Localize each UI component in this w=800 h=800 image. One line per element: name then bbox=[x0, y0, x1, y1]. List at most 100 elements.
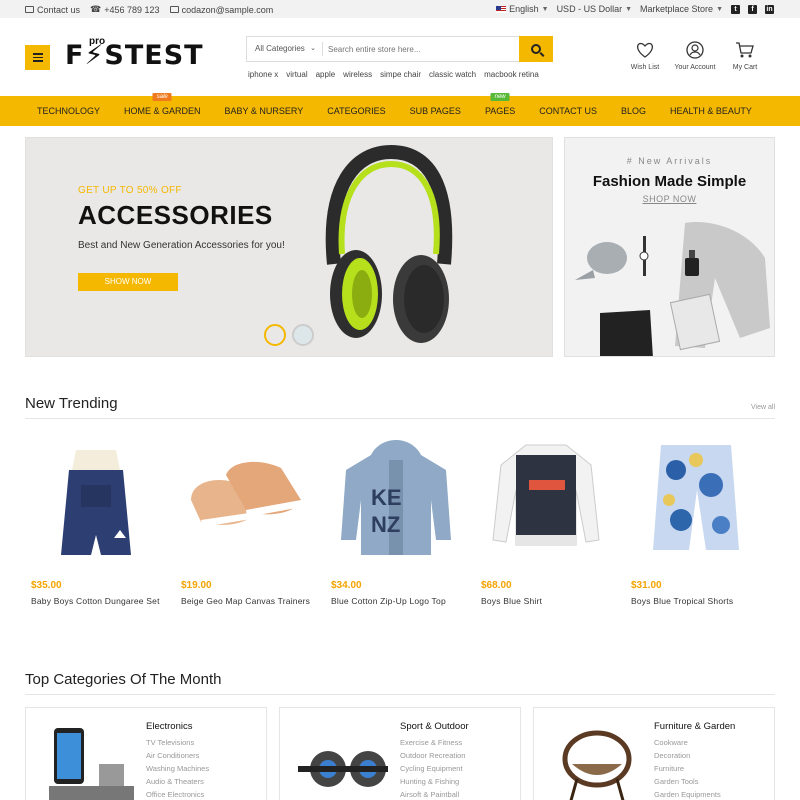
nav-item-home-garden[interactable]: HOME & GARDEN sale bbox=[112, 93, 213, 116]
wish-list-button[interactable]: Wish List bbox=[620, 40, 670, 71]
product-card[interactable]: $31.00 Boys Blue Tropical Shorts bbox=[625, 430, 775, 620]
hero-subtitle: GET UP TO 50% OFF bbox=[78, 185, 182, 196]
nav-item-categories[interactable]: CATEGORIES bbox=[315, 106, 397, 116]
subcategory-list: TV Televisions Air Conditioners Washing Ma… bbox=[146, 736, 209, 800]
nav-item-sub-pages[interactable]: SUB PAGES bbox=[398, 106, 473, 116]
promo-shop-now-link[interactable]: SHOP NOW bbox=[565, 194, 774, 204]
product-image[interactable] bbox=[481, 430, 611, 562]
subcategory-link[interactable]: Garden Equipments bbox=[654, 788, 721, 800]
popular-tag[interactable]: iphone x bbox=[248, 70, 278, 79]
category-image[interactable] bbox=[298, 724, 388, 800]
currency-label[interactable]: USD - US Dollar bbox=[557, 4, 623, 14]
product-image[interactable] bbox=[631, 430, 761, 562]
search-input[interactable] bbox=[323, 44, 552, 54]
product-image[interactable] bbox=[181, 430, 311, 562]
promo-kicker: # New Arrivals bbox=[626, 156, 713, 166]
store-switcher[interactable]: Marketplace Store ▼ bbox=[640, 4, 723, 14]
currency-switcher[interactable]: USD - US Dollar ▼ bbox=[557, 4, 632, 14]
popular-tags: iphone x virtual apple wireless simpe chair c… bbox=[248, 70, 539, 79]
product-card[interactable]: KE NZ $34.00 Blue Cotton Zip-Up Logo Top bbox=[325, 430, 475, 620]
category-card-furniture-garden: Furniture & Garden Cookware Decoration Furn… bbox=[533, 707, 775, 800]
hero-title: ACCESSORIES bbox=[78, 200, 273, 230]
view-all-link[interactable]: View all bbox=[751, 404, 775, 411]
subcategory-link[interactable]: TV Televisions bbox=[146, 736, 209, 749]
subcategory-link[interactable]: Washing Machines bbox=[146, 762, 209, 775]
popular-tag[interactable]: simpe chair bbox=[380, 70, 421, 79]
nav-item-technology[interactable]: TECHNOLOGY bbox=[25, 106, 112, 116]
subcategory-link[interactable]: Office Electronics bbox=[146, 788, 209, 800]
popular-tag[interactable]: virtual bbox=[286, 70, 307, 79]
search-bar: All Categories ⌄ bbox=[246, 36, 553, 62]
promo-banner[interactable]: # New Arrivals Fashion Made Simple SHOP … bbox=[564, 137, 775, 357]
product-name[interactable]: Boys Blue Shirt bbox=[481, 596, 611, 606]
email-link[interactable]: codazon@sample.com bbox=[169, 5, 274, 15]
your-account-button[interactable]: Your Account bbox=[670, 40, 720, 71]
my-cart-button[interactable]: My Cart bbox=[720, 40, 770, 71]
product-card[interactable]: $35.00 Baby Boys Cotton Dungaree Set bbox=[25, 430, 175, 620]
product-name[interactable]: Beige Geo Map Canvas Trainers bbox=[181, 596, 311, 606]
header-action-label: My Cart bbox=[732, 64, 758, 71]
subcategory-link[interactable]: Garden Tools bbox=[654, 775, 721, 788]
search-category-label: All Categories bbox=[255, 44, 305, 53]
us-flag-icon bbox=[496, 5, 507, 13]
slider-dot-1[interactable] bbox=[264, 324, 286, 346]
nav-item-label: SUB PAGES bbox=[409, 106, 461, 116]
headphones-image bbox=[325, 144, 453, 343]
category-title[interactable]: Electronics bbox=[146, 721, 192, 732]
subcategory-link[interactable]: Air Conditioners bbox=[146, 749, 209, 762]
product-card[interactable]: $19.00 Beige Geo Map Canvas Trainers bbox=[175, 430, 325, 620]
subcategory-link[interactable]: Hunting & Fishing bbox=[400, 775, 465, 788]
facebook-icon[interactable]: f bbox=[748, 4, 757, 14]
popular-tag[interactable]: apple bbox=[316, 70, 336, 79]
product-name[interactable]: Blue Cotton Zip-Up Logo Top bbox=[331, 596, 461, 606]
subcategory-link[interactable]: Exercise & Fitness bbox=[400, 736, 465, 749]
popular-tag[interactable]: wireless bbox=[343, 70, 372, 79]
category-image[interactable] bbox=[552, 724, 642, 800]
subcategory-link[interactable]: Decoration bbox=[654, 749, 721, 762]
hero-banner[interactable]: GET UP TO 50% OFF ACCESSORIES Best and N… bbox=[25, 137, 553, 357]
language-label[interactable]: English bbox=[509, 4, 539, 14]
subcategory-link[interactable]: Audio & Theaters bbox=[146, 775, 209, 788]
language-switcher[interactable]: English ▼ bbox=[496, 4, 549, 14]
contact-icon bbox=[25, 6, 34, 13]
subcategory-link[interactable]: Airsoft & Paintball bbox=[400, 788, 465, 800]
twitter-icon[interactable]: t bbox=[731, 4, 740, 14]
category-title[interactable]: Sport & Outdoor bbox=[400, 721, 469, 732]
site-logo[interactable]: F⚡STEST pro bbox=[65, 36, 204, 71]
nav-item-blog[interactable]: BLOG bbox=[609, 106, 658, 116]
hamburger-menu-button[interactable] bbox=[25, 45, 50, 70]
linkedin-icon[interactable]: in bbox=[765, 4, 774, 14]
subcategory-link[interactable]: Furniture bbox=[654, 762, 721, 775]
subcategory-list: Exercise & Fitness Outdoor Recreation Cycl… bbox=[400, 736, 465, 800]
nav-item-label: PAGES bbox=[484, 106, 516, 116]
contact-label[interactable]: Contact us bbox=[37, 5, 80, 15]
product-image[interactable] bbox=[31, 430, 161, 562]
nav-item-pages[interactable]: PAGES new bbox=[473, 93, 527, 116]
subcategory-link[interactable]: Cookware bbox=[654, 736, 721, 749]
category-title[interactable]: Furniture & Garden bbox=[654, 721, 735, 732]
popular-tag[interactable]: classic watch bbox=[429, 70, 476, 79]
contact-link[interactable]: Contact us bbox=[25, 5, 80, 15]
mail-icon bbox=[169, 6, 179, 13]
chevron-down-icon: ▼ bbox=[625, 5, 633, 13]
chevron-down-icon: ▼ bbox=[716, 5, 723, 13]
popular-tag[interactable]: macbook retina bbox=[484, 70, 539, 79]
category-image[interactable] bbox=[44, 724, 134, 800]
nav-item-baby-nursery[interactable]: BABY & NURSERY bbox=[213, 106, 316, 116]
nav-item-contact-us[interactable]: CONTACT US bbox=[527, 106, 609, 116]
product-name[interactable]: Boys Blue Tropical Shorts bbox=[631, 596, 761, 606]
product-image[interactable]: KE NZ bbox=[331, 430, 461, 562]
shop-now-button[interactable]: SHOW NOW bbox=[78, 273, 178, 291]
search-button[interactable] bbox=[519, 36, 553, 62]
slider-dot-2[interactable] bbox=[292, 324, 314, 346]
search-category-select[interactable]: All Categories ⌄ bbox=[247, 42, 323, 56]
product-card[interactable]: $68.00 Boys Blue Shirt bbox=[475, 430, 625, 620]
store-label[interactable]: Marketplace Store bbox=[640, 4, 713, 14]
chevron-down-icon: ▼ bbox=[541, 5, 549, 13]
subcategory-link[interactable]: Outdoor Recreation bbox=[400, 749, 465, 762]
email-label[interactable]: codazon@sample.com bbox=[182, 5, 274, 15]
product-name[interactable]: Baby Boys Cotton Dungaree Set bbox=[31, 596, 161, 606]
subcategory-link[interactable]: Cycling Equipment bbox=[400, 762, 465, 775]
nav-item-label: BABY & NURSERY bbox=[224, 106, 304, 116]
nav-item-health-beauty[interactable]: HEALTH & BEAUTY bbox=[658, 106, 764, 116]
